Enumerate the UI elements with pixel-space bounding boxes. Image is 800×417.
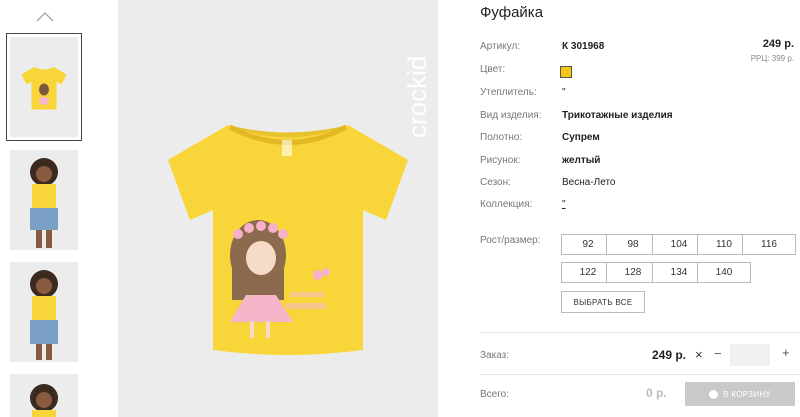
- order-label: Заказ:: [480, 350, 510, 361]
- main-product-image: crockid: [118, 0, 438, 417]
- child-photo-image: [30, 270, 58, 360]
- attribute-value: К 301968: [562, 41, 605, 52]
- thumbnail-4[interactable]: [10, 374, 78, 417]
- multiply-icon: ×: [695, 347, 703, 362]
- order-price: 249 р.: [652, 348, 687, 362]
- attribute-label: Цвет:: [480, 64, 506, 75]
- cart-icon: [709, 389, 719, 399]
- product-title: Фуфайка: [480, 4, 544, 21]
- size-option[interactable]: 140: [697, 262, 751, 283]
- decrease-quantity-button[interactable]: −: [714, 346, 722, 361]
- thumbnail-2[interactable]: [10, 150, 78, 250]
- brand-logo: crockid: [402, 56, 432, 138]
- attribute-label: Коллекция:: [480, 199, 533, 210]
- attribute-label: Артикул:: [480, 41, 521, 52]
- attribute-label: Полотно:: [480, 132, 523, 143]
- attribute-label: Сезон:: [480, 177, 511, 188]
- attribute-label: Утеплитель:: [480, 87, 537, 98]
- thumbnail-1[interactable]: [6, 33, 82, 141]
- sizes-label: Рост/размер:: [480, 235, 541, 246]
- svg-text:crockid: crockid: [402, 56, 432, 138]
- attribute-label: Рисунок:: [480, 155, 521, 166]
- attribute-value: Трикотажные изделия: [562, 110, 673, 121]
- attribute-value: ": [562, 87, 566, 98]
- increase-quantity-button[interactable]: +: [782, 345, 790, 360]
- tshirt-thumbnail-image: [21, 67, 67, 110]
- color-swatch[interactable]: [560, 66, 572, 78]
- attribute-label: Вид изделия:: [480, 110, 542, 121]
- thumbnail-3[interactable]: [10, 262, 78, 362]
- chevron-up-icon[interactable]: [36, 10, 54, 22]
- child-photo-image: [30, 158, 58, 248]
- total-value: 0 р.: [646, 386, 667, 400]
- add-to-cart-label: В КОРЗИНУ: [723, 389, 771, 399]
- divider: [480, 374, 800, 375]
- select-all-sizes-button[interactable]: ВЫБРАТЬ ВСЕ: [561, 291, 645, 313]
- child-photo-image: [30, 384, 58, 417]
- add-to-cart-button[interactable]: В КОРЗИНУ: [685, 382, 795, 406]
- attribute-value: Супрем: [562, 132, 600, 143]
- tshirt-image: [168, 124, 408, 355]
- quantity-input[interactable]: [730, 344, 770, 366]
- thumbnail-strip: [0, 0, 90, 417]
- attribute-value: Весна-Лето: [562, 177, 616, 188]
- divider: [480, 332, 800, 333]
- product-price: 249 р.: [762, 38, 794, 50]
- total-label: Всего:: [480, 389, 509, 400]
- attribute-value: ": [562, 199, 566, 210]
- size-option[interactable]: 116: [742, 234, 796, 255]
- attribute-value: желтый: [562, 155, 601, 166]
- recommended-retail-price: РРЦ: 399 р.: [750, 54, 794, 63]
